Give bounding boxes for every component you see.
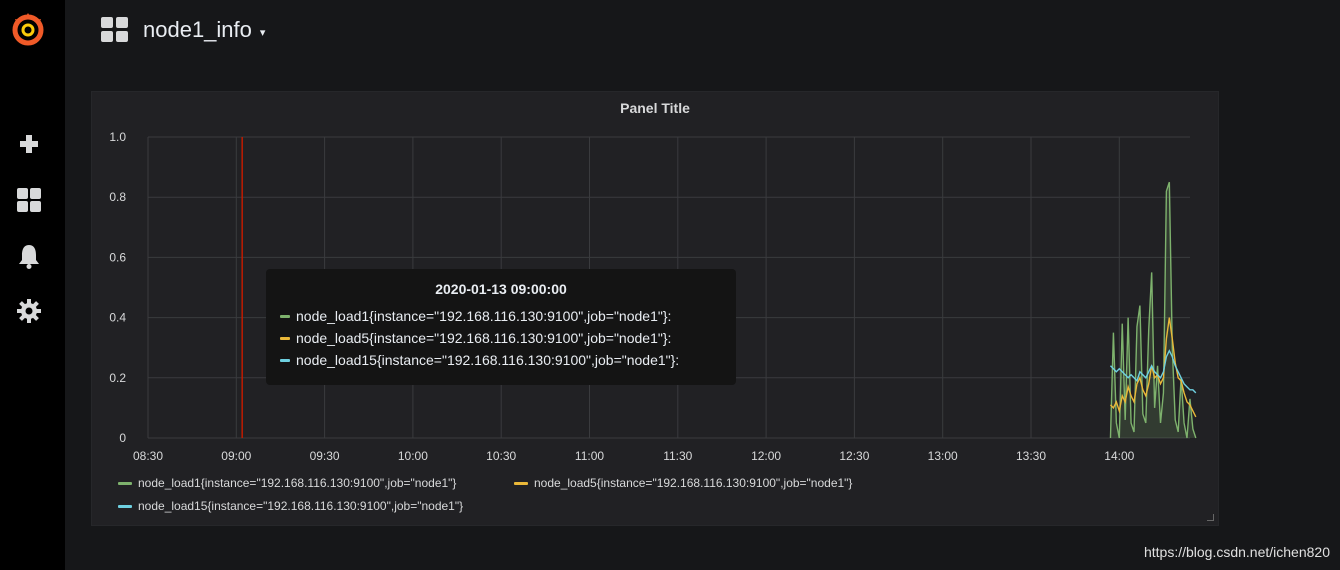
legend-swatch [514,481,528,485]
dashboard-title: node1_info [143,17,252,42]
x-tick-label: 10:00 [398,449,428,463]
gear-icon[interactable] [14,296,44,326]
tooltip-label: node_load15{instance="192.168.116.130:91… [296,352,680,368]
graph-tooltip: 2020-01-13 09:00:00 node_load1{instance=… [266,269,736,385]
x-tick-label: 13:30 [1016,449,1046,463]
dashboard-grid-icon [101,17,129,43]
legend-item-load1[interactable]: node_load1{instance="192.168.116.130:910… [118,476,456,490]
tooltip-time: 2020-01-13 09:00:00 [435,281,567,297]
x-tick-label: 09:30 [310,449,340,463]
tooltip-row-load5: node_load5{instance="192.168.116.130:910… [280,327,722,349]
tooltip-swatch [280,358,290,362]
y-tick-label: 0.4 [109,311,126,325]
legend-item-load5[interactable]: node_load5{instance="192.168.116.130:910… [514,476,852,490]
x-tick-label: 08:30 [133,449,163,463]
y-tick-label: 1.0 [109,130,126,144]
x-tick-label: 12:30 [839,449,869,463]
tooltip-label: node_load1{instance="192.168.116.130:910… [296,308,672,324]
legend-swatch [118,504,132,508]
legend-item-load15[interactable]: node_load15{instance="192.168.116.130:91… [118,499,463,513]
tooltip-label: node_load5{instance="192.168.116.130:910… [296,330,672,346]
grafana-logo-icon[interactable] [8,9,48,49]
x-tick-label: 11:30 [663,449,692,463]
tooltip-row-load15: node_load15{instance="192.168.116.130:91… [280,349,722,371]
y-tick-label: 0.8 [109,190,126,204]
x-tick-label: 11:00 [575,449,604,463]
legend-label: node_load5{instance="192.168.116.130:910… [534,476,853,490]
tooltip-swatch [280,336,290,340]
x-tick-label: 10:30 [486,449,516,463]
bell-icon[interactable] [14,241,44,271]
dashboards-icon[interactable] [14,185,44,215]
legend-label: node_load15{instance="192.168.116.130:91… [138,499,464,513]
y-tick-label: 0.2 [109,371,126,385]
x-tick-label: 09:00 [221,449,251,463]
sidebar [0,0,65,570]
plus-icon[interactable] [14,129,44,159]
tooltip-row-load1: node_load1{instance="192.168.116.130:910… [280,305,722,327]
y-tick-label: 0 [119,431,126,445]
x-tick-label: 14:00 [1104,449,1134,463]
panel-resize-handle[interactable] [1207,514,1214,521]
watermark: https://blog.csdn.net/ichen820 [1143,544,1330,560]
x-tick-label: 13:00 [928,449,958,463]
x-tick-label: 12:00 [751,449,781,463]
top-navbar: node1_info ▾ [65,0,1340,62]
y-tick-label: 0.6 [109,250,126,264]
legend-label: node_load1{instance="192.168.116.130:910… [138,476,457,490]
tooltip-swatch [280,314,290,318]
chevron-down-icon: ▾ [259,26,266,39]
legend-swatch [118,481,132,485]
dashboard-picker[interactable]: node1_info ▾ [143,17,265,43]
